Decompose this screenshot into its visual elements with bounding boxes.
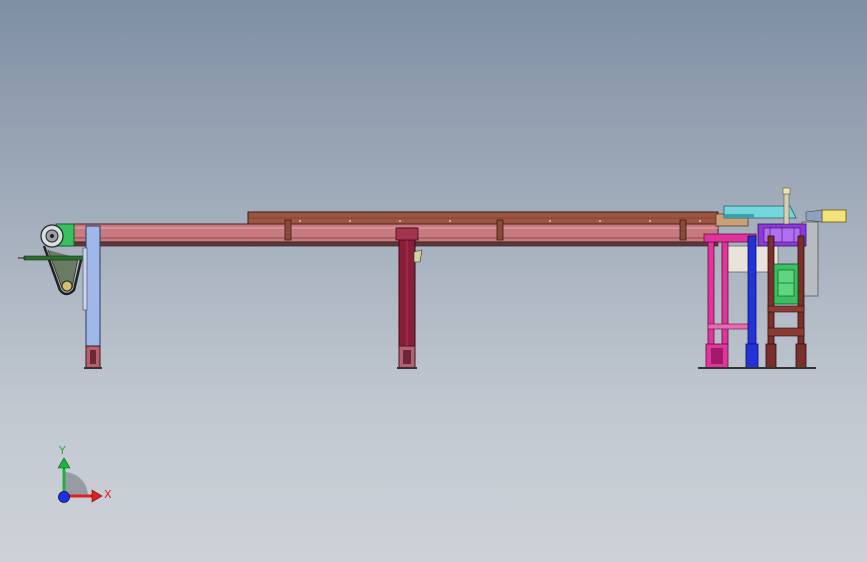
yellow-side-part [821, 209, 847, 223]
left-leg [85, 225, 101, 349]
y-axis-label: Y [58, 444, 66, 457]
magenta-frame-crossbar [707, 323, 755, 330]
brown-frame-crossbar-bottom [767, 327, 805, 337]
middle-leg[interactable] [395, 227, 423, 369]
middle-leg-side-roller [413, 249, 423, 263]
conveyor-rail [69, 223, 719, 243]
station-foot-brown-right [795, 343, 807, 369]
conveyor-lower-strip [69, 241, 719, 247]
magenta-frame-right-post [721, 235, 729, 347]
conveyor-model[interactable] [18, 187, 847, 369]
vertical-rod [783, 191, 790, 225]
magenta-frame-left-post [707, 235, 715, 347]
station-foot-brown-left [765, 343, 777, 369]
station-foot-blue [745, 343, 759, 369]
drive-support-bar [23, 255, 87, 261]
brown-frame-crossbar-top [767, 305, 805, 313]
left-drive-unit[interactable] [18, 223, 102, 369]
z-axis-origin-icon [58, 491, 70, 503]
x-axis-arrow-icon [91, 489, 103, 503]
right-station[interactable] [698, 187, 847, 369]
blue-frame-post [747, 235, 757, 347]
middle-leg-bracket [395, 227, 419, 241]
3d-viewport[interactable]: Y X [0, 0, 867, 562]
x-axis-label: X [104, 488, 112, 501]
y-axis-arrow-icon [57, 457, 71, 469]
station-floor-line [698, 367, 816, 369]
lower-sprocket-icon [61, 280, 73, 292]
axis-triad[interactable]: Y X [57, 444, 112, 503]
